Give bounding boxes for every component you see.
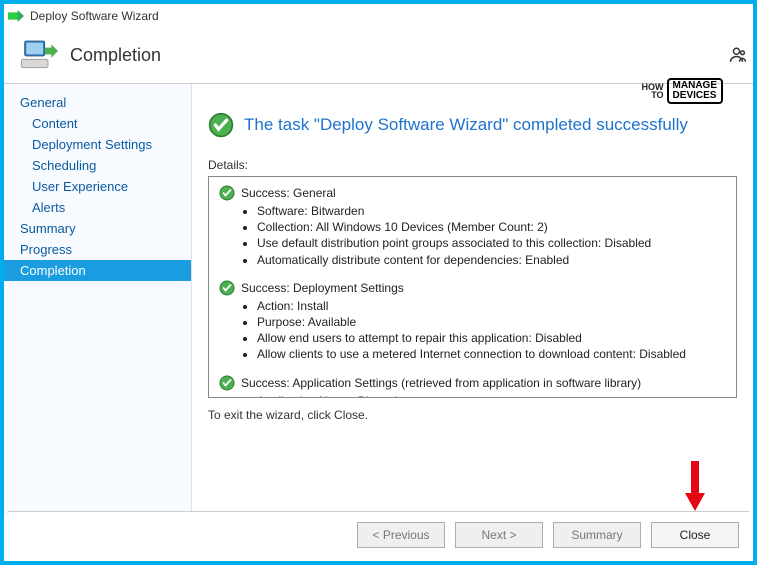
- details-box[interactable]: Success: General Software: BitwardenColle…: [208, 176, 737, 398]
- wizard-content: HOW TO MANAGE DEVICES The task "Deploy S…: [192, 84, 753, 515]
- success-check-icon: [219, 185, 235, 201]
- detail-item: Purpose: Available: [257, 314, 726, 330]
- sidebar-item-general[interactable]: General: [4, 92, 191, 113]
- sidebar-item-content[interactable]: Content: [4, 113, 191, 134]
- computer-wizard-icon: [18, 36, 58, 76]
- titlebar: Deploy Software Wizard: [4, 4, 753, 28]
- sidebar-item-progress[interactable]: Progress: [4, 239, 191, 260]
- detail-item: Allow end users to attempt to repair thi…: [257, 330, 726, 346]
- detail-item: Allow clients to use a metered Internet …: [257, 346, 726, 362]
- page-title: Completion: [70, 45, 161, 66]
- detail-group-title: Success: Deployment Settings: [241, 281, 404, 295]
- detail-item: Software: Bitwarden: [257, 203, 726, 219]
- detail-group: Success: Deployment Settings Action: Inst…: [219, 280, 726, 363]
- detail-group: Success: Application Settings (retrieved…: [219, 375, 726, 399]
- detail-item: Use default distribution point groups as…: [257, 235, 726, 251]
- wizard-header: Completion: [4, 28, 753, 84]
- success-check-icon: [219, 375, 235, 391]
- sidebar-item-completion[interactable]: Completion: [4, 260, 191, 281]
- sidebar-item-alerts[interactable]: Alerts: [4, 197, 191, 218]
- sidebar-item-scheduling[interactable]: Scheduling: [4, 155, 191, 176]
- exit-instruction: To exit the wizard, click Close.: [208, 408, 737, 422]
- detail-group-title: Success: General: [241, 186, 336, 200]
- previous-button: < Previous: [357, 522, 445, 548]
- detail-group-title: Success: Application Settings (retrieved…: [241, 376, 641, 390]
- completion-status-row: The task "Deploy Software Wizard" comple…: [208, 112, 737, 138]
- detail-item: Collection: All Windows 10 Devices (Memb…: [257, 219, 726, 235]
- sidebar-item-user-experience[interactable]: User Experience: [4, 176, 191, 197]
- wizard-arrow-icon: [8, 10, 24, 22]
- sidebar-item-summary[interactable]: Summary: [4, 218, 191, 239]
- watermark: HOW TO MANAGE DEVICES: [642, 78, 723, 104]
- summary-button: Summary: [553, 522, 641, 548]
- watermark-text: TO: [642, 91, 664, 99]
- sidebar-item-deployment-settings[interactable]: Deployment Settings: [4, 134, 191, 155]
- success-check-icon: [219, 280, 235, 296]
- completion-headline: The task "Deploy Software Wizard" comple…: [244, 115, 688, 135]
- detail-item: Action: Install: [257, 298, 726, 314]
- details-label: Details:: [208, 158, 737, 172]
- watermark-text: DEVICES: [673, 91, 717, 101]
- user-icon[interactable]: [729, 46, 747, 69]
- window-title: Deploy Software Wizard: [30, 9, 159, 23]
- wizard-footer: < Previous Next > Summary Close: [8, 511, 749, 557]
- wizard-sidebar: GeneralContentDeployment SettingsSchedul…: [4, 84, 192, 515]
- detail-item: Automatically distribute content for dep…: [257, 252, 726, 268]
- close-button[interactable]: Close: [651, 522, 739, 548]
- detail-item: Application Name: Bitwarden: [257, 393, 726, 399]
- detail-group: Success: General Software: BitwardenColle…: [219, 185, 726, 268]
- success-check-icon: [208, 112, 234, 138]
- next-button: Next >: [455, 522, 543, 548]
